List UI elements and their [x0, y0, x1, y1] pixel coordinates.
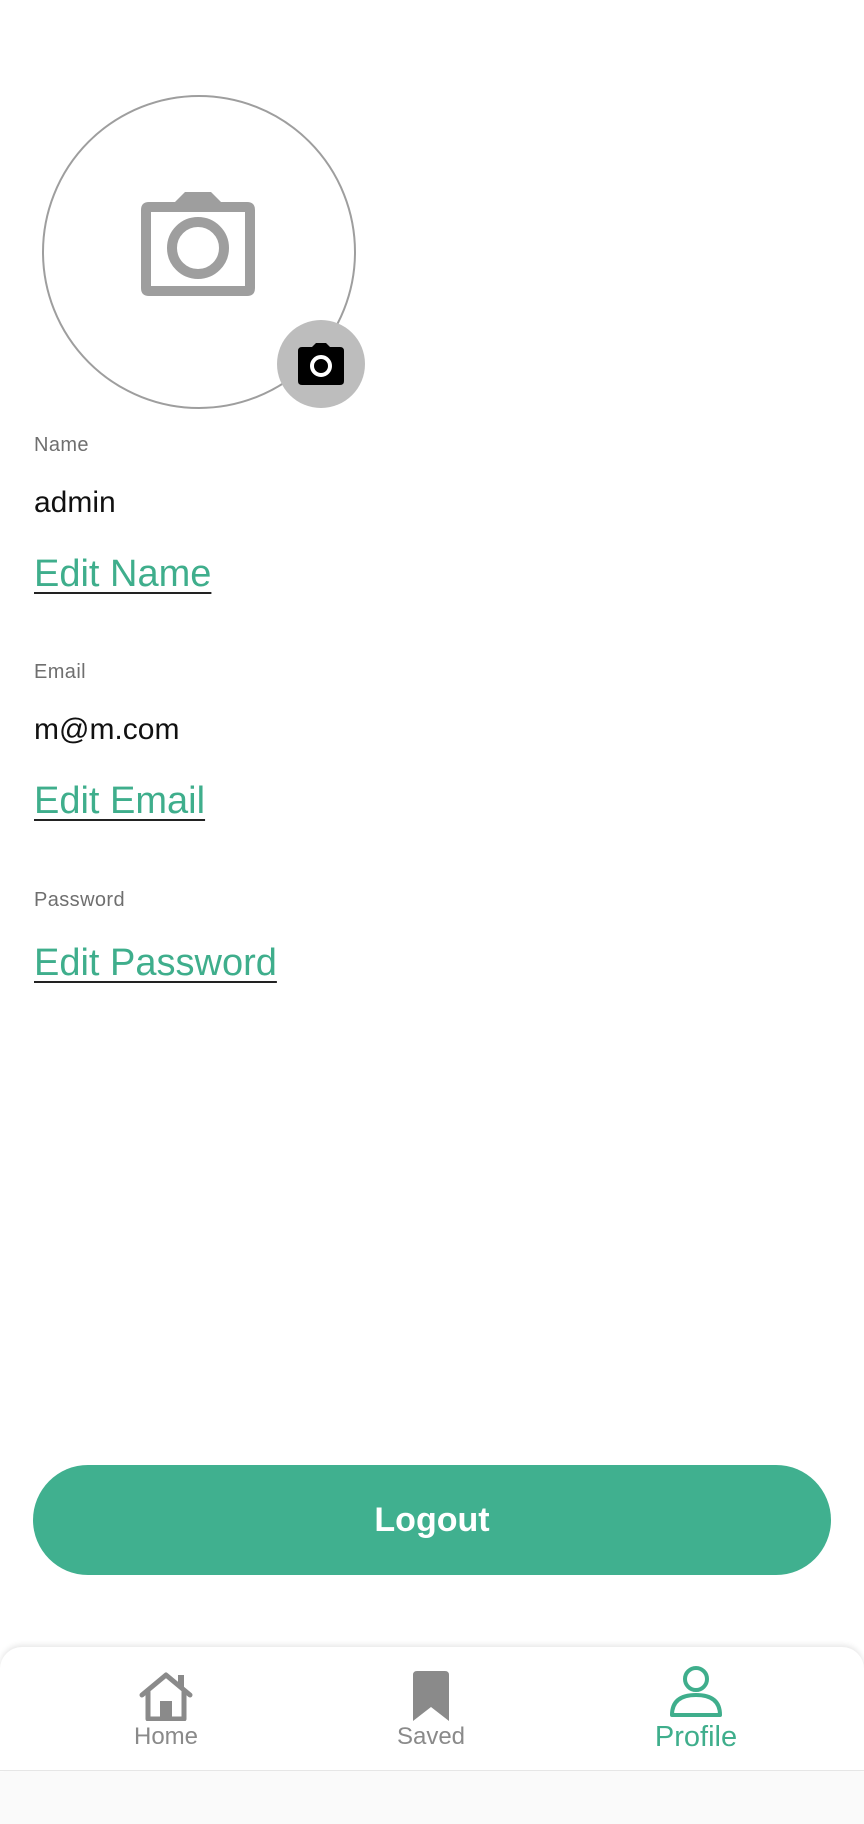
edit-name-link[interactable]: Edit Name: [34, 553, 211, 596]
nav-item-saved[interactable]: Saved: [341, 1647, 521, 1771]
edit-password-link[interactable]: Edit Password: [34, 942, 277, 985]
nav-label-home: Home: [133, 1723, 199, 1750]
email-label: Email: [34, 661, 87, 683]
logout-button[interactable]: Logout: [33, 1465, 831, 1575]
nav-item-profile[interactable]: Profile: [606, 1647, 786, 1771]
bottom-nav: Home Saved Profile: [0, 1647, 864, 1771]
system-bar-area: [0, 1772, 864, 1824]
camera-icon: [141, 192, 255, 296]
name-value: admin: [34, 486, 116, 519]
edit-email-link[interactable]: Edit Email: [34, 780, 205, 823]
home-icon: [139, 1672, 193, 1721]
change-photo-button[interactable]: [277, 320, 365, 408]
nav-item-home[interactable]: Home: [76, 1647, 256, 1771]
nav-label-saved: Saved: [396, 1723, 466, 1750]
bookmark-icon: [413, 1671, 449, 1721]
profile-screen: Name admin Edit Name Email m@m.com Edit …: [0, 0, 864, 1824]
email-value: m@m.com: [34, 713, 180, 746]
name-label: Name: [34, 434, 89, 456]
nav-label-profile: Profile: [654, 1721, 738, 1753]
password-label: Password: [34, 889, 126, 911]
person-icon: [670, 1666, 722, 1717]
camera-icon: [298, 343, 344, 385]
